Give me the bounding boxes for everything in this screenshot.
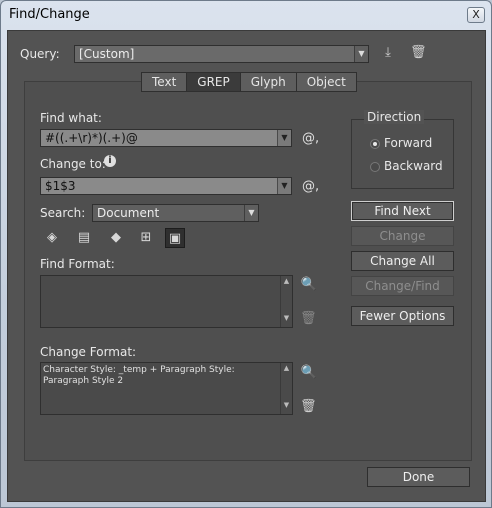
chevron-down-icon: ▼ [354,46,368,62]
done-button[interactable]: Done [367,467,470,487]
change-to-label: Change to: [40,157,106,171]
change-button[interactable]: Change [351,226,454,246]
find-what-field[interactable]: #((.+\r)*)(.+)@ ▼ [40,129,292,147]
find-what-value: #((.+\r)*)(.+)@ [45,131,138,145]
direction-group [351,119,454,189]
include-footnotes-icon[interactable]: ▣ [165,228,185,248]
query-select[interactable]: [Custom] ▼ [74,45,369,63]
scroll-up-icon[interactable]: ▲ [281,364,292,376]
window-title: Find/Change [9,7,90,22]
info-icon: i [104,155,116,167]
clear-change-format-icon[interactable]: 🗑 [300,399,317,414]
save-query-icon[interactable]: ⤓ [379,45,397,60]
close-button[interactable]: X [467,7,485,23]
change-format-scrollbar[interactable]: ▲ ▼ [280,363,292,414]
search-select[interactable]: Document ▼ [92,204,259,222]
tab-text[interactable]: Text [142,73,188,91]
change-all-button[interactable]: Change All [351,251,454,271]
include-locked-layers-icon[interactable]: ◈ [42,228,62,248]
backward-radio[interactable] [370,162,380,172]
change-format-label: Change Format: [40,345,137,359]
include-hidden-layers-icon[interactable]: ◆ [106,228,126,248]
specify-find-format-icon[interactable]: 🔍 [300,277,318,292]
find-next-button[interactable]: Find Next [351,201,454,221]
fewer-options-button[interactable]: Fewer Options [351,306,454,326]
clear-find-format-icon[interactable]: 🗑 [300,311,317,326]
chevron-down-icon: ▼ [277,178,291,194]
change-find-button[interactable]: Change/Find [351,276,454,296]
find-what-label: Find what: [40,111,102,125]
include-master-pages-icon[interactable]: ⊞ [136,228,156,248]
tab-object[interactable]: Object [296,73,356,91]
special-characters-change-icon[interactable]: @, [302,179,319,194]
include-locked-stories-icon[interactable]: ▤ [74,228,94,248]
find-format-label: Find Format: [40,257,115,271]
forward-radio[interactable] [370,139,380,149]
dialog-body: Query: [Custom] ▼ ⤓ 🗑 Text GREP Glyph Ob… [7,30,486,502]
chevron-down-icon: ▼ [244,205,258,221]
tab-bar: Text GREP Glyph Object [141,72,357,92]
change-to-field[interactable]: $1$3 ▼ [40,177,292,195]
tab-grep[interactable]: GREP [187,73,241,91]
trash-icon[interactable]: 🗑 [410,45,427,60]
change-format-text: Character Style: _temp + Paragraph Style… [43,365,235,386]
special-characters-find-icon[interactable]: @, [302,131,319,146]
find-format-scrollbar[interactable]: ▲ ▼ [280,276,292,327]
chevron-down-icon: ▼ [277,130,291,146]
search-label: Search: [40,206,86,220]
forward-label[interactable]: Forward [384,136,432,150]
find-format-box[interactable]: ▲ ▼ [40,275,293,328]
title-bar: Find/Change X [1,1,491,29]
tab-glyph[interactable]: Glyph [240,73,297,91]
direction-title: Direction [364,110,425,124]
scroll-down-icon[interactable]: ▼ [281,314,292,326]
query-value: [Custom] [79,47,135,61]
search-value: Document [97,206,160,220]
change-format-box[interactable]: Character Style: _temp + Paragraph Style… [40,362,293,415]
scroll-down-icon[interactable]: ▼ [281,401,292,413]
change-to-value: $1$3 [45,179,76,193]
find-change-window: Find/Change X Query: [Custom] ▼ ⤓ 🗑 Text… [0,0,492,508]
query-label: Query: [20,47,60,61]
scroll-up-icon[interactable]: ▲ [281,277,292,289]
specify-change-format-icon[interactable]: 🔍 [300,365,318,380]
backward-label[interactable]: Backward [384,159,443,173]
